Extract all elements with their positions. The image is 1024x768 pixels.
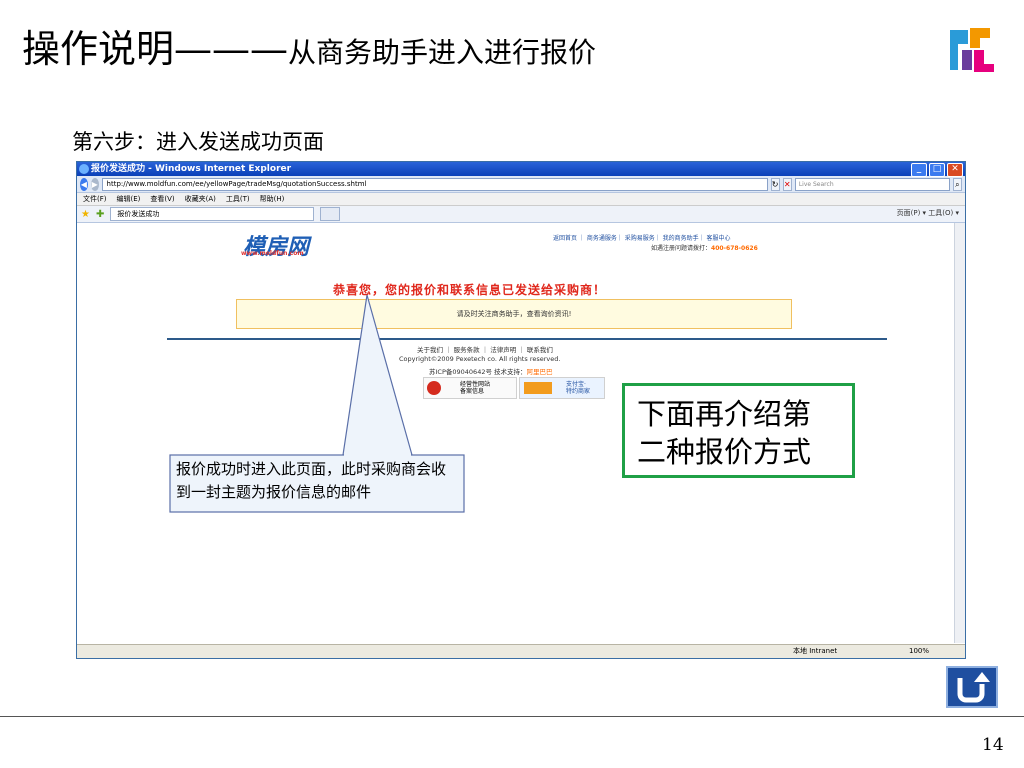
hotline-number: 400-678-0626 (711, 245, 758, 252)
close-button[interactable]: ✕ (947, 163, 963, 177)
license-badge[interactable]: 经营性网站 备案信息 (423, 377, 517, 399)
menu-help[interactable]: 帮助(H) (260, 193, 285, 205)
slide-title: 操作说明———从商务助手进入进行报价 (22, 18, 596, 73)
next-method-box: 下面再介绍第 二种报价方式 (622, 383, 855, 478)
window-controls: _ □ ✕ (911, 163, 963, 177)
url-field[interactable]: http://www.moldfun.com/ee/yellowPage/tra… (101, 177, 768, 191)
status-bar: 本地 Intranet 100% (77, 644, 965, 658)
menu-file[interactable]: 文件(F) (83, 193, 107, 205)
tab-label: 报价发送成功 (117, 210, 160, 218)
slide-title-main: 操作说明——— (22, 27, 289, 71)
return-arrow-icon (957, 672, 990, 703)
success-message: 恭喜您，您的报价和联系信息已发送给采购商！ (333, 283, 607, 297)
address-bar: ◀ ▶ http://www.moldfun.com/ee/yellowPage… (77, 176, 965, 193)
back-icon[interactable]: ◀ (80, 177, 88, 191)
menu-tools[interactable]: 工具(T) (226, 193, 250, 205)
badge1-line2: 备案信息 (460, 388, 485, 395)
notice-box: 请及时关注商务助手，查看询价资讯! (236, 299, 792, 329)
green-box-line1: 下面再介绍第 (637, 397, 812, 431)
site-top-links[interactable]: 返回首页 ｜ 商务通服务｜ 采购易服务｜ 我的商务助手｜ 客服中心 (553, 233, 731, 242)
vertical-scrollbar[interactable] (954, 223, 965, 643)
icp-info: 苏ICP备09040642号 技术支持：阿里巴巴 (429, 366, 553, 376)
hotline: 如遇注册问题请拨打：400-678-0626 (651, 243, 758, 252)
stop-icon[interactable]: ✕ (782, 177, 792, 191)
status-zone: 本地 Intranet (793, 647, 838, 655)
page-number: 14 (982, 735, 1004, 755)
add-favorite-icon[interactable]: ✚ (96, 209, 104, 220)
menu-favorites[interactable]: 收藏夹(A) (185, 193, 216, 205)
browser-tab[interactable]: 报价发送成功 (110, 207, 315, 221)
command-bar[interactable]: 页面(P) ▾ 工具(O) ▾ (897, 208, 959, 218)
brand-logo-icon (950, 28, 994, 72)
status-zoom[interactable]: 100% (909, 645, 929, 658)
icp-label: 苏ICP备09040642号 技术支持： (429, 368, 527, 376)
site-logo-url: www.moldfun.com (241, 250, 304, 257)
search-input[interactable]: Live Search (794, 177, 950, 191)
forward-icon[interactable]: ▶ (90, 177, 99, 191)
green-box-line2: 二种报价方式 (637, 435, 812, 469)
badge1-line1: 经营性网站 (460, 381, 491, 388)
alipay-badge[interactable]: 支付宝· 特约商家 (519, 377, 605, 399)
return-button[interactable] (946, 666, 998, 708)
favorites-bar: ★ ✚ 报价发送成功 页面(P) ▾ 工具(O) ▾ (77, 206, 965, 223)
browser-titlebar: 报价发送成功 - Windows Internet Explorer _ □ ✕ (77, 162, 965, 177)
minimize-button[interactable]: _ (911, 163, 927, 177)
bottom-rule (0, 716, 1024, 717)
copyright: Copyright©2009 Pexetech co. All rights r… (399, 355, 561, 363)
icp-support-link[interactable]: 阿里巴巴 (527, 368, 553, 376)
maximize-button[interactable]: □ (929, 163, 945, 177)
footer-links[interactable]: 关于我们 ｜ 服务条款 ｜ 法律声明 ｜ 联系我们 (417, 344, 553, 354)
callout-text: 报价成功时进入此页面，此时采购商会收到一封主题为报价信息的邮件 (176, 460, 447, 501)
window-title: 报价发送成功 - Windows Internet Explorer (91, 164, 292, 174)
slide-title-sub: 从商务助手进入进行报价 (288, 36, 597, 69)
badge2-line1: 支付宝· (566, 381, 586, 388)
menu-bar: 文件(F) 编辑(E) 查看(V) 收藏夹(A) 工具(T) 帮助(H) (77, 193, 965, 206)
new-tab-button[interactable] (320, 207, 341, 221)
favorites-star-icon[interactable]: ★ (81, 209, 90, 220)
search-icon[interactable]: ⌕ (952, 177, 962, 191)
ie-icon (79, 164, 89, 174)
refresh-icon[interactable]: ↻ (770, 177, 780, 191)
menu-edit[interactable]: 编辑(E) (117, 193, 141, 205)
footer-divider (167, 338, 887, 340)
badge2-line2: 特约商家 (566, 388, 591, 395)
hotline-label: 如遇注册问题请拨打： (651, 245, 712, 252)
menu-view[interactable]: 查看(V) (150, 193, 174, 205)
emblem-icon (427, 381, 441, 395)
puzzle-icon (524, 382, 552, 394)
step-heading: 第六步：进入发送成功页面 (72, 130, 324, 154)
